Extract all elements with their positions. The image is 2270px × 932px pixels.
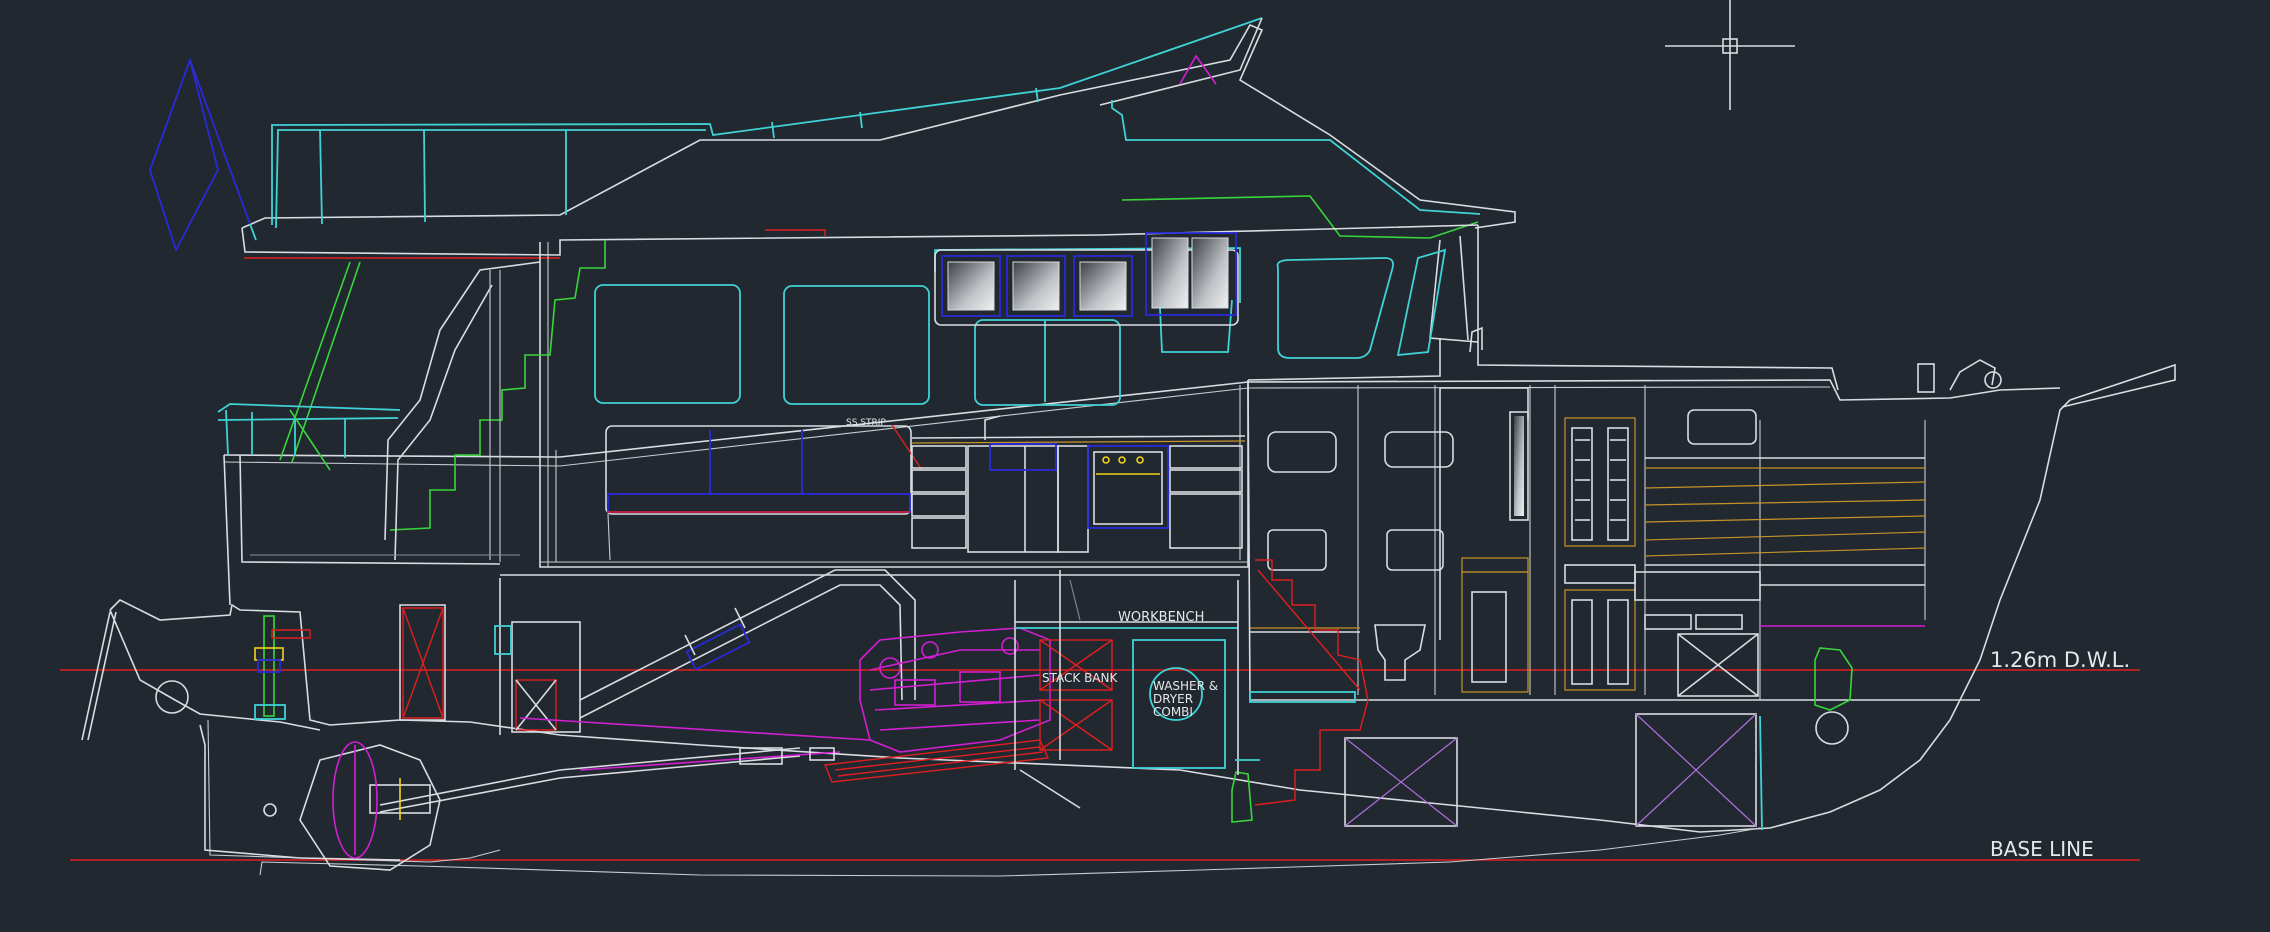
cad-drawing-canvas[interactable]: SS STRIP WORKBENCH STACK BANK WASHER & D… <box>0 0 2270 932</box>
mast-flag <box>149 56 257 253</box>
lower-deck <box>399 574 1240 735</box>
baseline-label: BASE LINE <box>1990 837 2094 861</box>
galley <box>911 415 1246 553</box>
bow-fittings <box>1469 326 2002 393</box>
stack-bank-label: STACK BANK <box>1042 671 1118 685</box>
aft-cockpit <box>217 403 501 565</box>
main-deck-line <box>223 379 2061 606</box>
main-engine <box>824 627 1051 783</box>
overhead-cupboards <box>934 232 1239 326</box>
washer-label-2: DRYER <box>1153 692 1193 706</box>
propeller-shaft <box>369 717 871 820</box>
flybridge <box>241 17 1516 259</box>
workbench-label: WORKBENCH <box>1118 610 1204 625</box>
saloon-sofa: SS STRIP <box>605 418 923 561</box>
cad-crosshair-cursor-icon <box>1665 0 1795 110</box>
washer-label-1: WASHER & <box>1153 679 1218 693</box>
washer-label-3: COMBI <box>1153 705 1193 719</box>
main-cabin <box>539 225 1839 568</box>
dwl-label: 1.26m D.W.L. <box>1990 648 2130 672</box>
boat-section-drawing: SS STRIP WORKBENCH STACK BANK WASHER & D… <box>60 0 2176 877</box>
wardrobe <box>1564 417 1636 691</box>
tanks <box>1344 713 1763 831</box>
exhaust-pipe <box>579 569 916 719</box>
ss-strip-label: SS STRIP <box>846 418 886 428</box>
forepeak-berth <box>1634 409 1926 745</box>
details <box>250 554 1260 775</box>
